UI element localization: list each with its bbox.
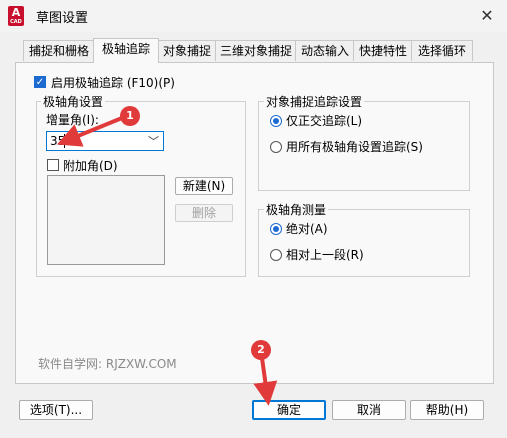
annotation-arrows [56,116,278,406]
step-marker-2: 2 [251,340,271,360]
arrow-to-increment-field [56,116,124,147]
arrow-to-ok-button [253,356,278,406]
step-marker-1: 1 [120,106,140,126]
tab-polar-tracking[interactable]: 极轴追踪 [93,38,159,63]
